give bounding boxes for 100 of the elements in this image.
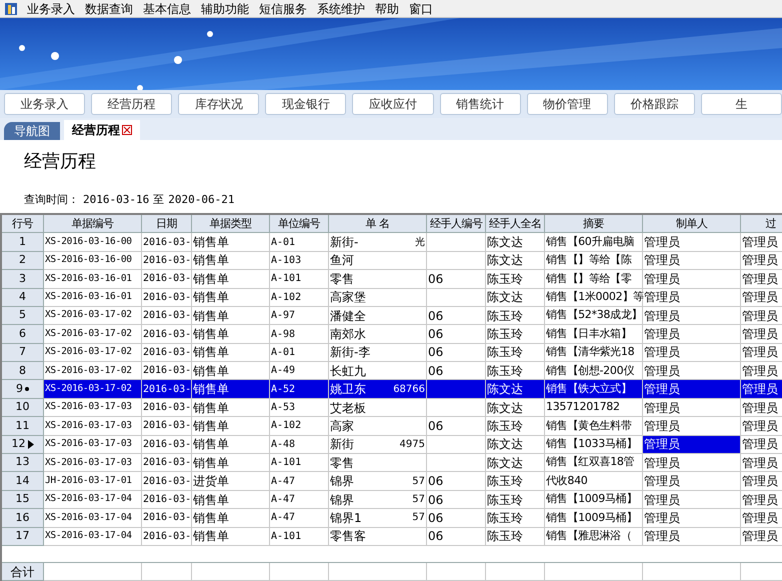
page-title: 经营历程 bbox=[23, 150, 97, 174]
row-header[interactable]: 9 bbox=[2, 380, 44, 399]
row-header[interactable]: 5 bbox=[2, 306, 44, 326]
column-header[interactable]: 单据类型 bbox=[192, 215, 270, 234]
toolbar-button[interactable]: 价格跟踪 bbox=[614, 93, 695, 115]
column-header[interactable]: 单位编号 bbox=[270, 215, 329, 234]
row-number: 2 bbox=[19, 252, 26, 268]
row-header[interactable]: 17 bbox=[2, 528, 44, 546]
table-cell: 管理员 bbox=[741, 509, 782, 528]
row-header[interactable]: 8 bbox=[2, 362, 44, 380]
row-header[interactable]: 4 bbox=[2, 288, 44, 307]
table-cell: 零售 bbox=[329, 454, 427, 472]
table-cell: 新街-李 bbox=[329, 344, 427, 362]
table-cell: 销售【1009马桶】 bbox=[545, 490, 643, 510]
table-cell: 2016-03- bbox=[142, 436, 192, 454]
table-cell: 零售客 bbox=[329, 528, 427, 546]
menu-item[interactable]: 数据查询 bbox=[80, 0, 138, 18]
toolbar-button[interactable]: 经营历程 bbox=[91, 93, 172, 115]
column-header[interactable]: 经手人编号 bbox=[427, 215, 486, 234]
table-cell bbox=[427, 233, 486, 252]
total-label: 合计 bbox=[2, 563, 44, 581]
table-cell: 管理员 bbox=[643, 490, 741, 510]
table-cell: 销售【黄色生料带 bbox=[545, 417, 643, 436]
table-cell: 管理员 bbox=[643, 436, 741, 454]
table-cell: 管理员 bbox=[741, 233, 782, 252]
table-cell: 销售【红双喜18管 bbox=[545, 454, 643, 472]
column-header[interactable]: 日期 bbox=[142, 215, 192, 234]
row-dot-icon bbox=[25, 387, 29, 392]
row-number: 3 bbox=[19, 270, 26, 287]
column-header[interactable]: 制单人 bbox=[643, 215, 741, 234]
table-cell: 2016-03- bbox=[142, 270, 192, 289]
row-header[interactable]: 14 bbox=[2, 472, 44, 491]
table-cell: 艾老板 bbox=[329, 398, 427, 418]
row-number: 4 bbox=[19, 288, 26, 305]
table-cell: 陈玉玲 bbox=[486, 509, 545, 528]
row-header[interactable]: 3 bbox=[2, 270, 44, 289]
row-header[interactable]: 12 bbox=[2, 436, 44, 454]
table-cell bbox=[427, 398, 486, 418]
table-cell: A-47 bbox=[270, 509, 329, 528]
toolbar-button[interactable]: 销售统计 bbox=[440, 93, 521, 115]
column-header[interactable]: 过 bbox=[741, 215, 782, 234]
toolbar-button[interactable]: 库存状况 bbox=[178, 93, 260, 115]
table-cell: XS-2016-03-17-03 bbox=[44, 454, 142, 472]
table-cell: 管理员 bbox=[643, 306, 741, 326]
menu-item[interactable]: 辅助功能 bbox=[196, 0, 254, 18]
menu-item[interactable]: 帮助 bbox=[370, 0, 404, 18]
toolbar-button[interactable]: 物价管理 bbox=[526, 93, 608, 115]
row-header[interactable]: 13 bbox=[2, 454, 44, 472]
table-cell: XS-2016-03-17-03 bbox=[44, 436, 142, 454]
table-cell: 南郊水 bbox=[329, 325, 427, 344]
row-header[interactable]: 6 bbox=[2, 325, 44, 344]
table-cell: A-101 bbox=[270, 454, 329, 472]
table-cell: A-01 bbox=[270, 233, 329, 252]
table-cell: 管理员 bbox=[643, 270, 741, 289]
row-header[interactable]: 2 bbox=[2, 252, 44, 270]
row-header[interactable]: 15 bbox=[2, 490, 44, 510]
table-cell: 姚卫东 68766 bbox=[329, 380, 427, 399]
toolbar-button[interactable]: 应收应付 bbox=[352, 93, 434, 115]
table-cell: 管理员 bbox=[741, 252, 782, 270]
menu-item[interactable]: 短信服务 bbox=[254, 0, 312, 18]
menu-item[interactable]: 窗口 bbox=[404, 0, 438, 18]
tab[interactable]: 经营历程 bbox=[64, 120, 140, 140]
table-cell: 管理员 bbox=[741, 454, 782, 472]
table-cell: 陈文达 bbox=[486, 288, 545, 307]
table-cell: 06 bbox=[427, 325, 486, 344]
table-cell: A-48 bbox=[270, 436, 329, 454]
row-number: 11 bbox=[16, 418, 30, 434]
table-cell: 2016-03- bbox=[142, 417, 192, 436]
column-header[interactable]: 单据编号 bbox=[44, 215, 142, 234]
toolbar-button[interactable]: 生 bbox=[700, 93, 782, 115]
menu-item[interactable]: 业务录入 bbox=[22, 0, 80, 18]
tab[interactable]: 导航图 bbox=[4, 122, 60, 140]
row-header[interactable]: 16 bbox=[2, 509, 44, 528]
row-header[interactable]: 1 bbox=[2, 233, 44, 252]
menu-item[interactable]: 基本信息 bbox=[138, 0, 196, 18]
table-cell: A-102 bbox=[270, 288, 329, 307]
row-number: 6 bbox=[19, 326, 26, 342]
table-cell: 鱼河 bbox=[329, 252, 427, 270]
menu-item[interactable]: 系统维护 bbox=[312, 0, 370, 18]
table-cell: 销售单 bbox=[192, 509, 270, 528]
column-header[interactable]: 经手人全名 bbox=[486, 215, 545, 234]
toolbar-button[interactable]: 现金银行 bbox=[265, 93, 346, 115]
table-cell: 2016-03- bbox=[142, 472, 192, 491]
table-cell: A-103 bbox=[270, 252, 329, 270]
range-separator: 至 bbox=[153, 192, 164, 208]
column-header[interactable]: 单 名 bbox=[329, 215, 427, 234]
row-header[interactable]: 11 bbox=[2, 417, 44, 436]
row-header[interactable]: 7 bbox=[2, 344, 44, 362]
close-icon[interactable] bbox=[122, 125, 132, 135]
toolbar-button[interactable]: 业务录入 bbox=[4, 93, 86, 115]
table-cell: 销售【】等给【零 bbox=[545, 270, 643, 289]
table-cell: XS-2016-03-17-03 bbox=[44, 398, 142, 418]
table-cell: XS-2016-03-17-02 bbox=[44, 344, 142, 362]
row-header[interactable]: 10 bbox=[2, 398, 44, 418]
table-cell: 管理员 bbox=[741, 325, 782, 344]
table-cell: 管理员 bbox=[741, 472, 782, 491]
column-header[interactable]: 摘要 bbox=[545, 215, 643, 234]
row-number: 12 bbox=[12, 436, 26, 452]
table-cell bbox=[427, 563, 486, 581]
table-cell: 管理员 bbox=[741, 380, 782, 399]
